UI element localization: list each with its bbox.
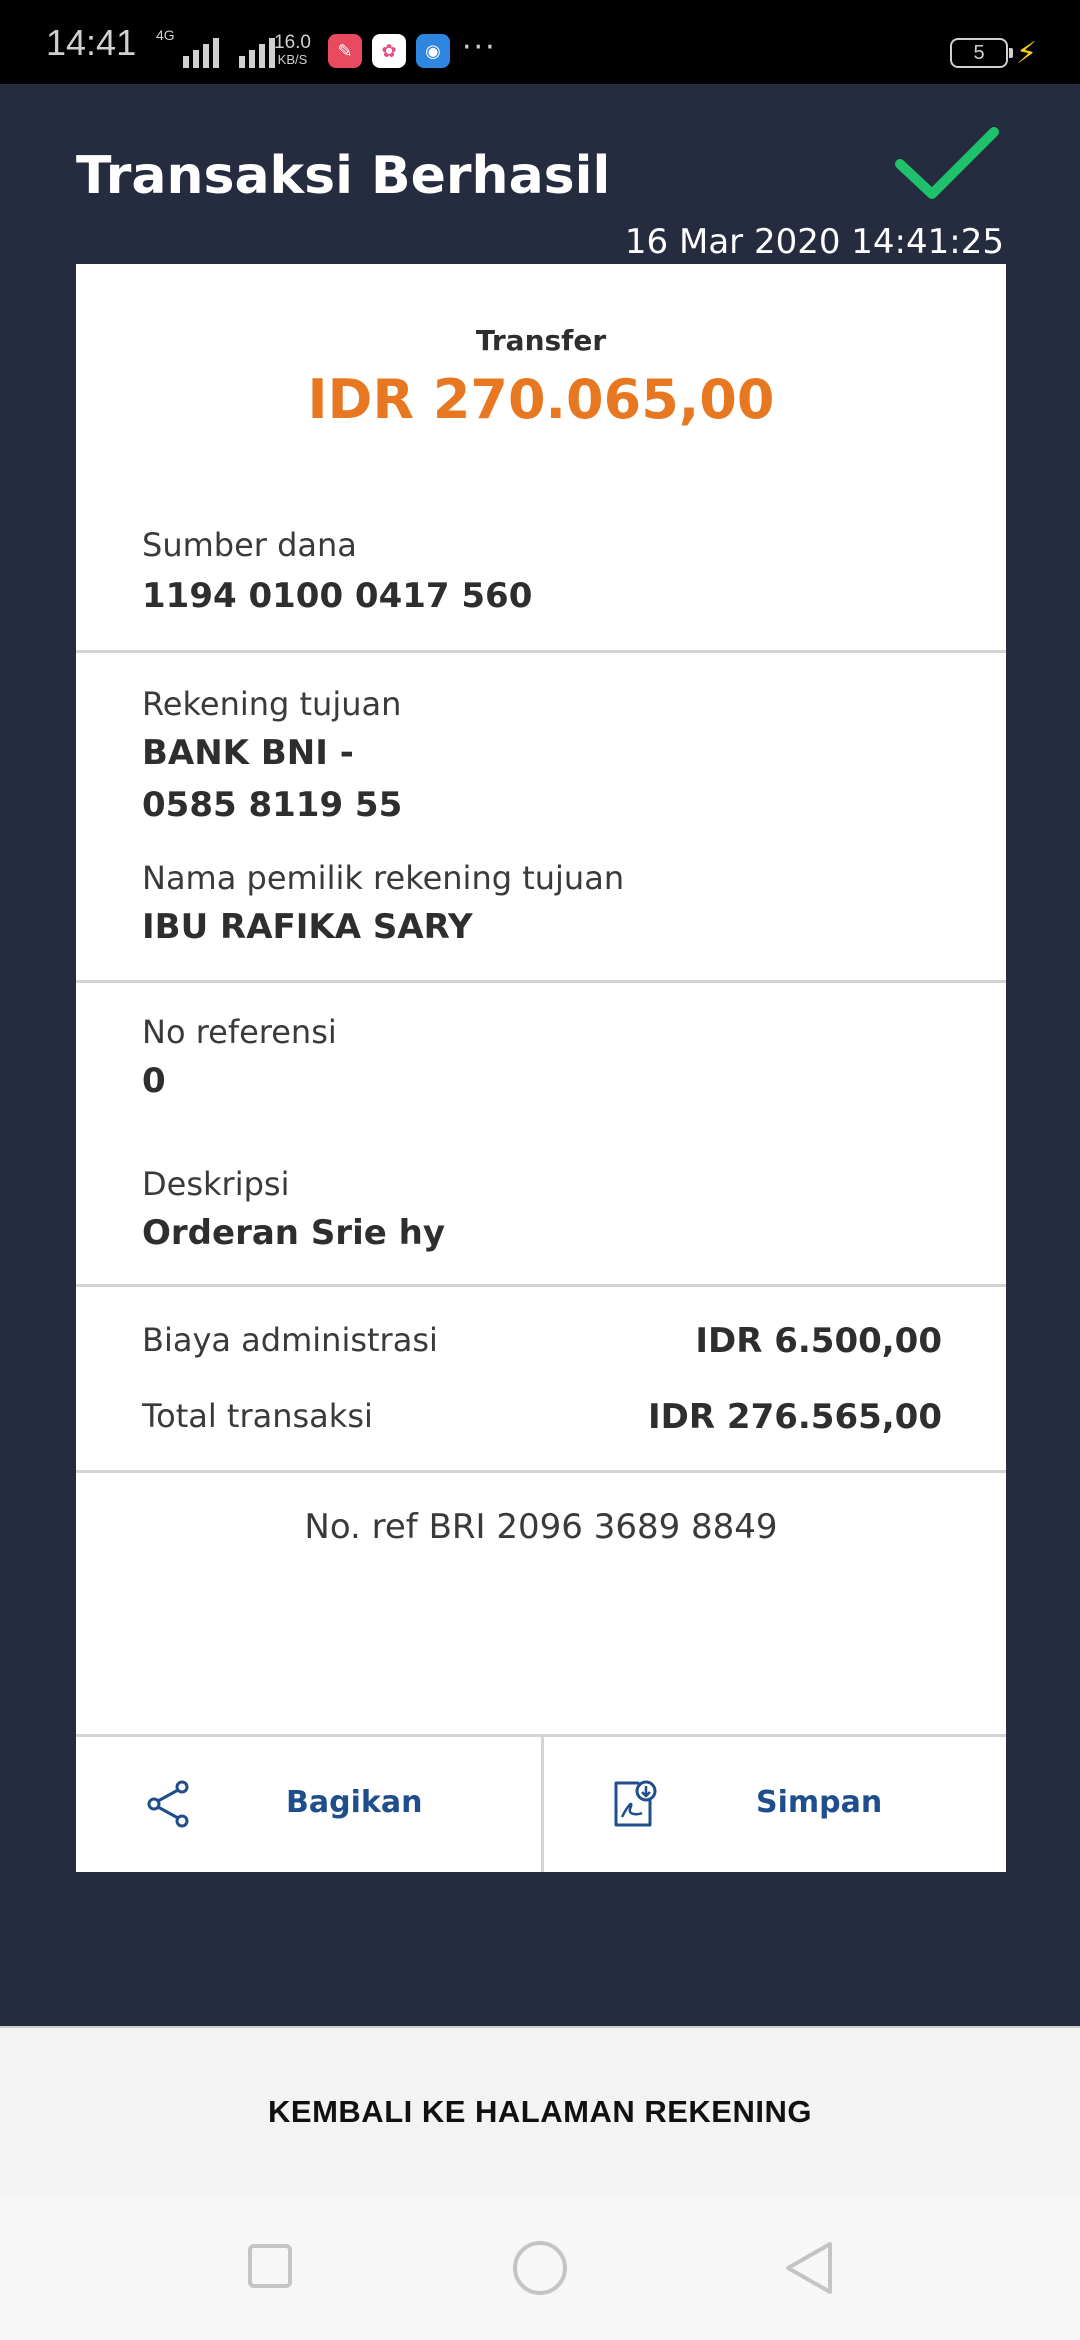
bri-reference-section: No. ref BRI 2096 3689 8849 (76, 1473, 1006, 1673)
save-label: Simpan (756, 1785, 883, 1820)
share-button[interactable]: Bagikan (76, 1737, 541, 1872)
cellular-signal-icon: 4G (156, 28, 275, 68)
transaction-amount: IDR 270.065,00 (307, 368, 775, 431)
reference-section: No referensi 0 Deskripsi Orderan Srie hy (76, 983, 1006, 1284)
total-value: IDR 276.565,00 (648, 1397, 942, 1437)
bri-reference: No. ref BRI 2096 3689 8849 (304, 1507, 778, 1547)
share-label: Bagikan (286, 1785, 423, 1820)
back-to-account-label: KEMBALI KE HALAMAN REKENING (268, 2094, 812, 2129)
browser-notification-icon: ◉ (416, 34, 450, 68)
destination-section: Rekening tujuan BANK BNI - 0585 8119 55 … (76, 653, 1006, 980)
action-bar: Bagikan Simpan (76, 1734, 1006, 1872)
description-value: Orderan Srie hy (142, 1213, 445, 1253)
admin-fee-label: Biaya administrasi (142, 1321, 438, 1359)
destination-bank: BANK BNI - (142, 733, 354, 773)
reference-label: No referensi (142, 1013, 337, 1051)
owner-label: Nama pemilik rekening tujuan (142, 859, 625, 897)
charging-icon: ⚡ (1016, 36, 1038, 71)
source-label: Sumber dana (142, 526, 357, 564)
amount-section: Transfer IDR 270.065,00 Sumber dana 1194… (76, 264, 1006, 650)
home-button[interactable] (510, 2240, 570, 2300)
destination-label: Rekening tujuan (142, 685, 402, 723)
description-label: Deskripsi (142, 1165, 290, 1203)
owner-value: IBU RAFIKA SARY (142, 907, 473, 947)
app-notification-icon: ✎ (328, 34, 362, 68)
photos-notification-icon: ✿ (372, 34, 406, 68)
reference-value: 0 (142, 1061, 166, 1101)
battery-icon: 5 (950, 38, 1013, 68)
receipt-card: Transfer IDR 270.065,00 Sumber dana 1194… (76, 264, 1006, 1872)
transaction-datetime: 16 Mar 2020 14:41:25 (624, 222, 1004, 262)
save-button[interactable]: Simpan (541, 1737, 1006, 1872)
back-button[interactable] (782, 2240, 836, 2300)
recent-apps-button[interactable] (246, 2240, 294, 2296)
page-title: Transaksi Berhasil (76, 146, 611, 206)
network-speed: 16.0 KB/S (274, 32, 311, 67)
save-pdf-icon (610, 1779, 660, 1833)
back-to-account-button[interactable]: KEMBALI KE HALAMAN REKENING (0, 2026, 1080, 2196)
admin-fee-value: IDR 6.500,00 (695, 1321, 942, 1361)
success-check-icon (892, 124, 1002, 208)
source-value: 1194 0100 0417 560 (142, 576, 533, 616)
transaction-type: Transfer (475, 324, 607, 357)
status-time: 14:41 (46, 22, 137, 63)
network-type: 4G (156, 27, 175, 43)
total-label: Total transaksi (142, 1397, 373, 1435)
more-notifications-icon: ··· (462, 30, 497, 65)
share-icon (146, 1779, 190, 1833)
status-bar: 14:41 4G 16.0 KB/S ✎ ✿ ◉ ··· 5 ⚡ (0, 0, 1080, 84)
fees-section: Biaya administrasi IDR 6.500,00 Total tr… (76, 1287, 1006, 1470)
system-navigation-bar (0, 2196, 1080, 2340)
destination-account: 0585 8119 55 (142, 785, 403, 825)
